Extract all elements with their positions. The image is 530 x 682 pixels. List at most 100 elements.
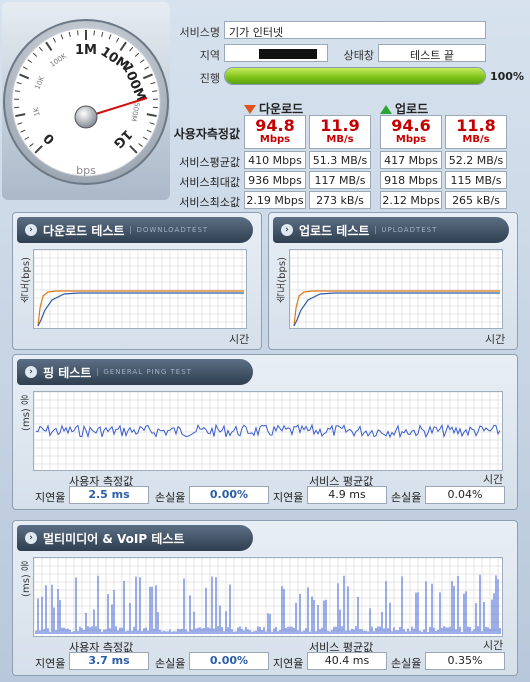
voip-service-latency-label: 지연율 — [273, 657, 304, 670]
upload-mbs-cell: 11.8 MB/s — [445, 115, 507, 149]
download-test-subtitle: DOWNLOADTEST — [130, 226, 208, 234]
upload-mbps-unit: Mbps — [395, 134, 427, 145]
gauge-tick — [77, 30, 79, 36]
row-label-max: 서비스최대값 — [179, 176, 240, 189]
chevron-right-icon: › — [25, 532, 37, 544]
ping-service-latency-label: 지연율 — [273, 491, 304, 504]
gauge-dial: 01K10K100K1M 10M100M500M1G bps — [3, 19, 169, 185]
download-y-axis-label: 속도(bps) — [21, 257, 32, 303]
download-series-line — [293, 290, 500, 327]
upload-test-panel: › 업로드 테스트 UPLOADTEST 속도(bps) 시간 — [268, 212, 518, 350]
region-field — [224, 44, 328, 62]
min-down-mbs: 273 kB/s — [309, 191, 371, 209]
ping-x-axis-label: 시간 — [483, 473, 504, 486]
ping-y-axis-label: (ms) 응 — [21, 395, 32, 431]
ping-user-loss: 0.00% — [189, 486, 269, 504]
upload-mbs-unit: MB/s — [462, 134, 490, 145]
ping-service-latency: 4.9 ms — [307, 486, 387, 504]
avg-up-mbps: 417 Mbps — [380, 151, 442, 169]
service-name-label: 서비스명 — [179, 26, 220, 39]
upload-header-label: 업로드 — [395, 102, 429, 116]
upload-x-axis-label: 시간 — [485, 333, 506, 346]
avg-down-mbs: 51.3 MB/s — [309, 151, 371, 169]
max-down-mbps: 936 Mbps — [244, 171, 306, 189]
upload-test-subtitle: UPLOADTEST — [375, 226, 437, 234]
voip-x-axis-label: 시간 — [483, 639, 504, 652]
download-mbs-cell: 11.9 MB/s — [309, 115, 371, 149]
progress-label: 진행 — [199, 72, 220, 85]
ping-test-header[interactable]: › 핑 테스트 GENERAL PING TEST — [17, 359, 253, 385]
gauge-tick — [93, 30, 95, 36]
redacted-block — [259, 49, 317, 59]
download-series-line — [37, 290, 244, 327]
ping-test-panel: › 핑 테스트 GENERAL PING TEST (ms) 응 시간 사용자 … — [12, 354, 518, 510]
voip-test-title: 멀티미디어 & VoIP 테스트 — [43, 531, 185, 546]
min-down-mbps: 2.19 Mbps — [244, 191, 306, 209]
progress-fill — [225, 68, 485, 84]
voip-chart — [33, 557, 503, 637]
ping-test-title: 핑 테스트 — [43, 365, 92, 380]
ping-service-loss-label: 손실율 — [391, 491, 422, 504]
upload-chart — [289, 249, 503, 329]
download-test-panel: › 다운로드 테스트 DOWNLOADTEST 속도(bps) 시간 — [12, 212, 262, 350]
up-arrow-icon — [380, 105, 392, 114]
max-up-mbs: 115 MB/s — [445, 171, 507, 189]
voip-y-axis-label: (ms) 응 — [21, 561, 32, 597]
ping-chart-svg — [33, 391, 502, 470]
download-mbs-unit: MB/s — [326, 134, 354, 145]
download-mbps-unit: Mbps — [259, 134, 291, 145]
service-name-field: 기가 인터넷 — [224, 21, 486, 39]
speed-test-window: 0 1K 10K 100K 1M 10M 100M 500M 1G bps 서비스명 기가 인터… — [0, 0, 530, 682]
down-arrow-icon — [244, 105, 256, 114]
voip-user-latency-label: 지연율 — [35, 657, 66, 670]
min-up-mbs: 265 kB/s — [445, 191, 507, 209]
chevron-right-icon: › — [25, 366, 37, 378]
download-x-axis-label: 시간 — [229, 333, 250, 346]
upload-mbs-value: 11.8 — [456, 116, 496, 135]
ping-user-latency-label: 지연율 — [35, 491, 66, 504]
min-up-mbps: 2.12 Mbps — [380, 191, 442, 209]
download-test-header[interactable]: › 다운로드 테스트 DOWNLOADTEST — [17, 217, 253, 243]
gauge-tick-label: 1M — [75, 43, 97, 58]
voip-service-latency: 40.4 ms — [307, 652, 387, 670]
download-test-title: 다운로드 테스트 — [43, 223, 125, 238]
download-mbps-cell: 94.8 Mbps — [244, 115, 306, 149]
download-chart — [33, 249, 247, 329]
voip-test-header[interactable]: › 멀티미디어 & VoIP 테스트 — [17, 525, 253, 551]
ping-test-subtitle: GENERAL PING TEST — [97, 368, 192, 376]
row-label-avg: 서비스평균값 — [179, 156, 240, 169]
voip-service-loss: 0.35% — [425, 652, 505, 670]
avg-up-mbs: 52.2 MB/s — [445, 151, 507, 169]
ping-user-loss-label: 손실율 — [155, 491, 186, 504]
status-label: 상태창 — [343, 49, 374, 62]
voip-user-loss: 0.00% — [189, 652, 269, 670]
upload-y-axis-label: 속도(bps) — [277, 257, 288, 303]
max-up-mbps: 918 Mbps — [380, 171, 442, 189]
voip-test-panel: › 멀티미디어 & VoIP 테스트 (ms) 응 시간 사용자 측정값 서비스… — [12, 520, 518, 676]
upload-chart-svg — [289, 249, 502, 328]
voip-service-loss-label: 손실율 — [391, 657, 422, 670]
max-down-mbs: 117 MB/s — [309, 171, 371, 189]
region-label: 지역 — [199, 49, 220, 62]
gauge-unit: bps — [76, 164, 96, 177]
upload-mbps-value: 94.6 — [391, 116, 431, 135]
speed-gauge: 0 1K 10K 100K 1M 10M 100M 500M 1G bps — [2, 2, 170, 200]
download-mbps-value: 94.8 — [255, 116, 295, 135]
voip-chart-svg — [33, 557, 502, 636]
upload-mbps-cell: 94.6 Mbps — [380, 115, 442, 149]
progress-bar — [224, 67, 486, 85]
chevron-right-icon: › — [25, 224, 37, 236]
upload-test-header[interactable]: › 업로드 테스트 UPLOADTEST — [273, 217, 509, 243]
ping-chart — [33, 391, 503, 471]
avg-down-mbps: 410 Mbps — [244, 151, 306, 169]
download-header-label: 다운로드 — [259, 102, 304, 116]
chevron-right-icon: › — [281, 224, 293, 236]
gauge-hub — [74, 105, 98, 129]
progress-text: 100% — [490, 70, 524, 83]
upload-test-title: 업로드 테스트 — [299, 223, 370, 238]
voip-user-loss-label: 손실율 — [155, 657, 186, 670]
download-chart-svg — [33, 249, 246, 328]
row-label-user: 사용자측정값 — [173, 127, 240, 141]
download-mbs-value: 11.9 — [320, 116, 360, 135]
voip-user-latency: 3.7 ms — [69, 652, 149, 670]
